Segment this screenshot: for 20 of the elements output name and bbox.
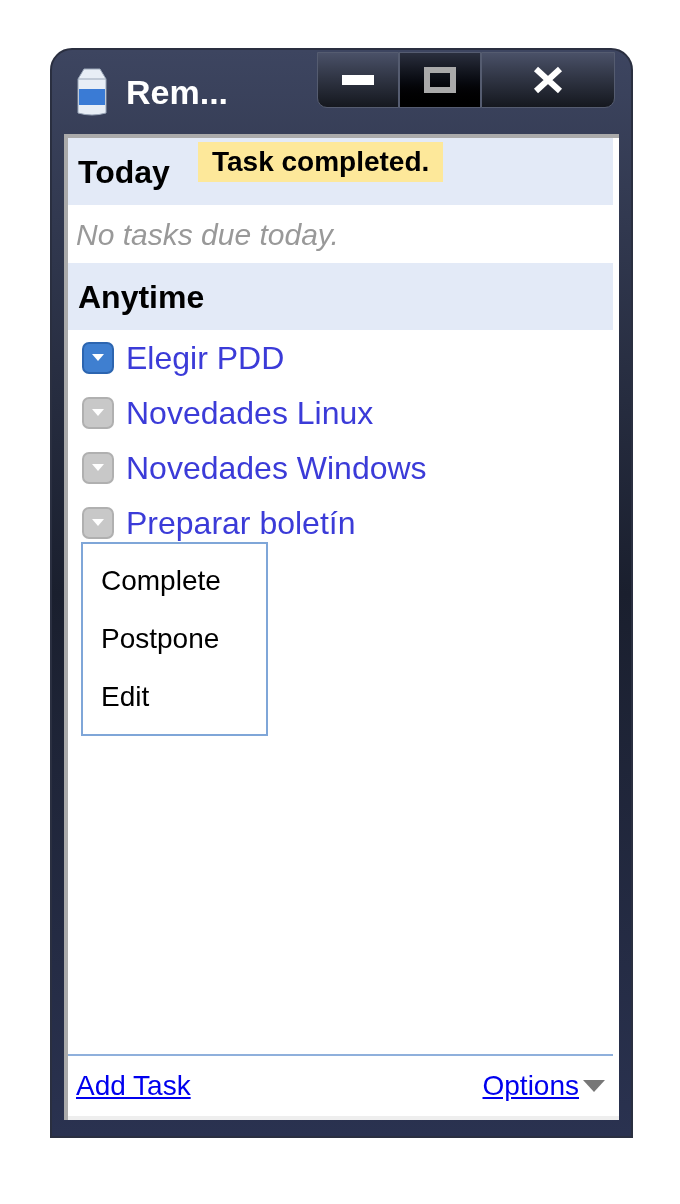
minimize-button[interactable] (317, 52, 399, 108)
menu-item[interactable]: Postpone (83, 610, 266, 668)
menu-item[interactable]: Complete (83, 552, 266, 610)
add-task-link[interactable]: Add Task (76, 1065, 191, 1107)
minimize-icon (342, 75, 374, 85)
task-menu-icon[interactable] (82, 341, 114, 374)
close-button[interactable] (481, 52, 615, 108)
maximize-button[interactable] (399, 52, 481, 108)
task-link[interactable]: Elegir PDD (126, 333, 285, 382)
menu-item[interactable]: Edit (83, 668, 266, 726)
close-icon (533, 66, 563, 94)
task-link[interactable]: Novedades Linux (126, 388, 374, 437)
status-toast: Task completed. (198, 142, 444, 182)
options-link[interactable]: Options (482, 1065, 579, 1107)
window-title: Rem... (126, 71, 229, 113)
task-link[interactable]: Novedades Windows (126, 443, 427, 492)
section-header: Anytime (68, 263, 613, 330)
caret-icon (583, 1080, 605, 1092)
maximize-icon (424, 67, 456, 93)
empty-message: No tasks due today. (75, 216, 340, 253)
